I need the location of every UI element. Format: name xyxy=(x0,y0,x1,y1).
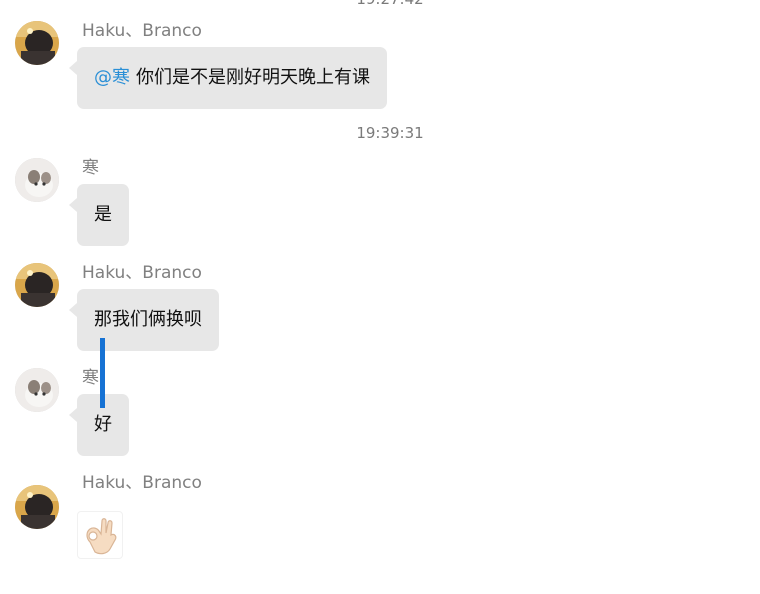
message-bubble[interactable]: 是 xyxy=(69,184,129,246)
message-text: 是 xyxy=(94,204,112,225)
sender-name: 寒 xyxy=(82,158,99,178)
avatar-haku[interactable] xyxy=(15,263,59,307)
sender-name: Haku、Branco xyxy=(82,21,202,41)
avatar-han[interactable] xyxy=(15,368,59,412)
avatar-han[interactable] xyxy=(15,158,59,202)
avatar-haku[interactable] xyxy=(15,485,59,529)
timestamp: 19:39:31 xyxy=(356,124,424,142)
message-text: 你们是不是刚好明天晚上有课 xyxy=(136,67,370,88)
message-bubble[interactable]: 那我们俩换呗 xyxy=(69,289,219,351)
sender-name: 寒 xyxy=(82,368,99,388)
mention-link[interactable]: @寒 xyxy=(94,67,130,88)
ok-hand-emoji-icon[interactable] xyxy=(77,511,123,559)
message-text: 好 xyxy=(94,414,112,435)
message-bubble[interactable]: @寒 你们是不是刚好明天晚上有课 xyxy=(69,47,387,109)
sender-name: Haku、Branco xyxy=(82,473,202,493)
sender-name: Haku、Branco xyxy=(82,263,202,283)
message-text: 那我们俩换呗 xyxy=(94,309,202,330)
text-selection-cursor xyxy=(100,338,105,408)
timestamp-top-partial: 19:27:42 xyxy=(340,0,440,9)
avatar-haku[interactable] xyxy=(15,21,59,65)
